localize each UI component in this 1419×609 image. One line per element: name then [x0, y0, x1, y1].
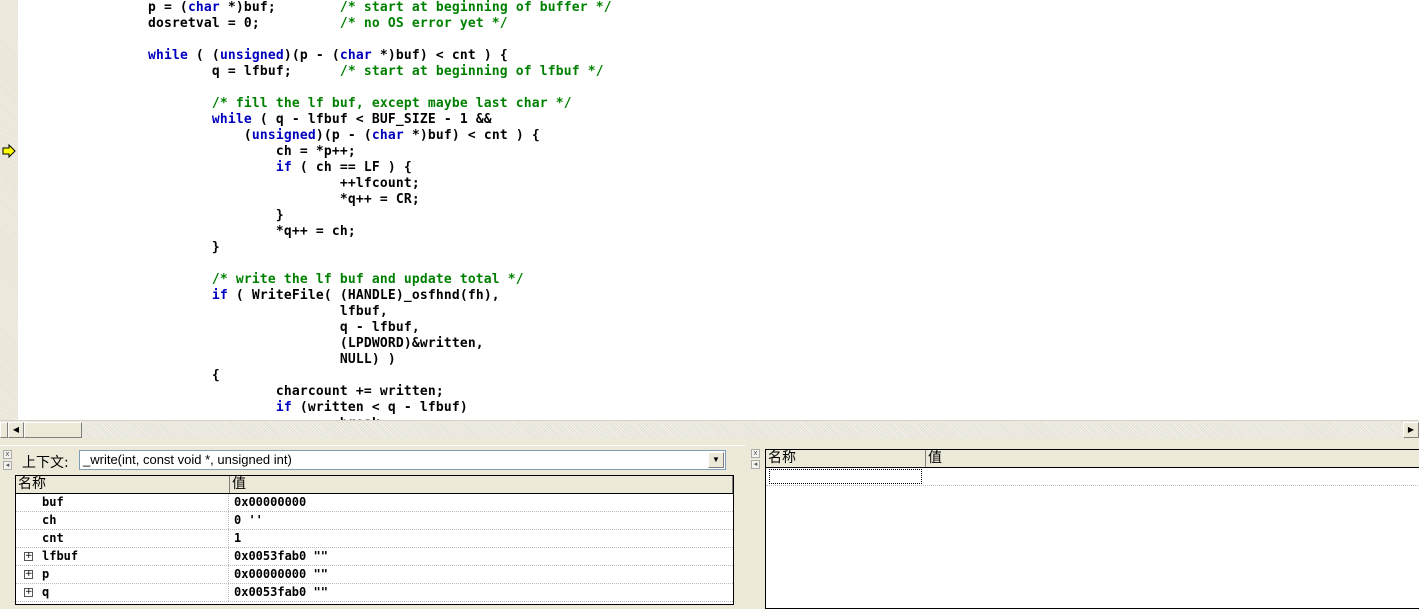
variable-row[interactable]: buf 0x00000000: [16, 494, 733, 512]
variable-row[interactable]: ch 0 '': [16, 512, 733, 530]
collapse-pane-icon[interactable]: ◂: [751, 460, 760, 469]
variable-row[interactable]: + p 0x00000000 "": [16, 566, 733, 584]
code-line: q = lfbuf; /* start at beginning of lfbu…: [20, 64, 604, 79]
variables-table: 名称 值 buf 0x00000000 ch 0 '' cnt 1 + lfbuf 0x0053…: [15, 475, 734, 605]
variable-name-text: buf: [42, 495, 64, 509]
close-pane-icon[interactable]: x: [751, 449, 760, 458]
collapse-pane-icon[interactable]: ◂: [3, 461, 12, 470]
context-value: _write(int, const void *, unsigned int): [83, 452, 292, 467]
variable-row[interactable]: + lfbuf 0x0053fab0 "": [16, 548, 733, 566]
expand-icon[interactable]: +: [24, 588, 33, 597]
scroll-thumb[interactable]: [24, 422, 82, 438]
pane-gripper: x ◂: [3, 450, 13, 472]
variable-name-text: p: [42, 567, 50, 581]
code-line: p = (char *)buf; /* start at beginning o…: [20, 0, 612, 15]
variable-name: + q: [16, 584, 229, 601]
code-line: while ( (unsigned)(p - (char *)buf) < cn…: [147, 48, 508, 63]
variable-value[interactable]: 0 '': [229, 512, 263, 529]
scroll-right-button[interactable]: ▶: [1403, 422, 1419, 438]
code-text: p = (char *)buf; /* start at beginning o…: [20, 0, 612, 420]
code-line: /* write the lf buf and update total */: [211, 272, 524, 287]
variable-name: cnt: [16, 530, 229, 547]
code-line: (LPDWORD)&written,: [20, 336, 484, 351]
scroll-splitter[interactable]: [0, 422, 8, 438]
variable-value[interactable]: 0x00000000: [229, 494, 306, 511]
variables-pane: x ◂ 上下文: _write(int, const void *, unsig…: [0, 445, 745, 605]
code-line: if ( ch == LF ) {: [275, 160, 412, 175]
code-line: ch = *p++;: [20, 144, 356, 159]
variable-row[interactable]: + q 0x0053fab0 "": [16, 584, 733, 602]
code-line: (unsigned)(p - (char *)buf) < cnt ) {: [20, 128, 540, 143]
variable-name-text: q: [42, 585, 50, 599]
code-line: {: [20, 368, 220, 383]
variable-value[interactable]: 0x0053fab0 "": [229, 548, 328, 565]
code-line: if ( WriteFile( (HANDLE)_osfhnd(fh),: [211, 288, 500, 303]
code-editor[interactable]: p = (char *)buf; /* start at beginning o…: [0, 0, 1419, 420]
code-line: q - lfbuf,: [20, 320, 420, 335]
code-line: *q++ = ch;: [20, 224, 356, 239]
context-dropdown[interactable]: _write(int, const void *, unsigned int) …: [79, 450, 726, 470]
watch-pane: x ◂ 名称 值: [748, 445, 1419, 609]
column-header-value[interactable]: 值: [230, 476, 733, 493]
variable-name: + lfbuf: [16, 548, 229, 565]
variable-value[interactable]: 0x0053fab0 "": [229, 584, 328, 601]
variable-name-text: cnt: [42, 531, 64, 545]
scroll-left-button[interactable]: ◀: [8, 422, 24, 438]
code-line: dosretval = 0; /* no OS error yet */: [20, 16, 508, 31]
code-line: if (written < q - lfbuf): [275, 400, 468, 415]
pane-gripper: x ◂: [751, 449, 761, 471]
column-header-value[interactable]: 值: [926, 450, 1419, 467]
column-header-name[interactable]: 名称: [16, 476, 230, 493]
code-line: /* fill the lf buf, except maybe last ch…: [211, 96, 572, 111]
code-line: charcount += written;: [20, 384, 444, 399]
watch-empty-row[interactable]: [766, 468, 1419, 486]
context-label: 上下文:: [22, 455, 69, 471]
code-line: while ( q - lfbuf < BUF_SIZE - 1 &&: [211, 112, 492, 127]
expand-icon[interactable]: +: [24, 552, 33, 561]
variable-name: buf: [16, 494, 229, 511]
code-line: NULL) ): [20, 352, 396, 367]
code-line: }: [20, 240, 220, 255]
watch-name-input[interactable]: [769, 469, 922, 484]
editor-gutter: [0, 0, 18, 420]
watch-table: 名称 值: [765, 449, 1419, 609]
variable-name-text: lfbuf: [42, 549, 79, 563]
code-line: ++lfcount;: [20, 176, 420, 191]
variable-value[interactable]: 0x00000000 "": [229, 566, 328, 583]
code-line: }: [20, 208, 284, 223]
variable-row[interactable]: cnt 1: [16, 530, 733, 548]
variable-value[interactable]: 1: [229, 530, 241, 547]
variable-name-text: ch: [42, 513, 57, 527]
horizontal-scrollbar[interactable]: ◀ ▶: [0, 420, 1419, 438]
variable-name: + p: [16, 566, 229, 583]
code-line: lfbuf,: [20, 304, 388, 319]
close-pane-icon[interactable]: x: [3, 450, 12, 459]
expand-icon[interactable]: +: [24, 570, 33, 579]
column-header-name[interactable]: 名称: [766, 450, 926, 467]
chevron-down-icon[interactable]: ▼: [708, 452, 724, 468]
code-line: *q++ = CR;: [20, 192, 420, 207]
current-line-arrow-icon: [2, 144, 16, 158]
variable-name: ch: [16, 512, 229, 529]
